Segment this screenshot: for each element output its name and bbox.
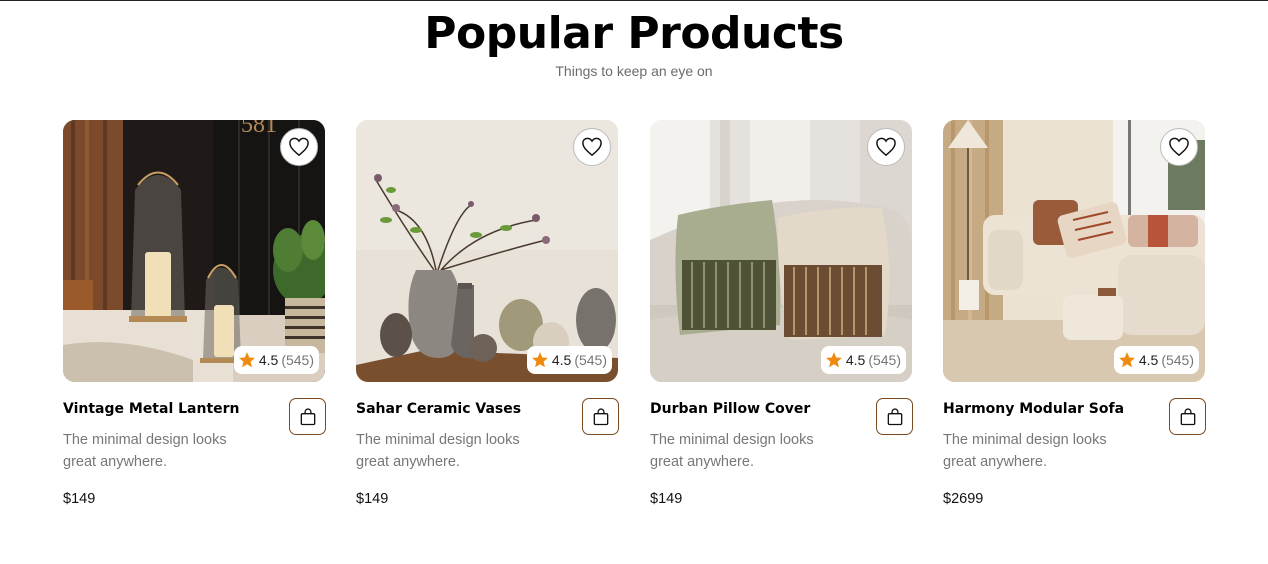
review-count: (545) (574, 352, 607, 368)
rating-score: 4.5 (1138, 352, 1159, 368)
rating-score: 4.5 (845, 352, 866, 368)
heart-icon (289, 137, 309, 157)
add-to-cart-button[interactable] (289, 398, 326, 435)
product-price: $149 (650, 491, 683, 507)
product-card[interactable]: 4.5 (545) Sahar Ceramic Vases The minima… (356, 120, 619, 520)
rating-badge: 4.5 (545) (526, 346, 612, 374)
rating-badge: 4.5 (545) (1113, 346, 1199, 374)
product-description: The minimal design looks great anywhere. (650, 432, 814, 470)
product-price: $149 (356, 491, 389, 507)
rating-badge: 4.5 (545) (233, 346, 319, 374)
rating-badge: 4.5 (545) (820, 346, 906, 374)
star-icon (825, 352, 842, 368)
add-to-cart-button[interactable] (1169, 398, 1206, 435)
product-card[interactable]: 581 4.5 (545) Vintage Metal Lantern The … (63, 120, 326, 520)
star-icon (531, 352, 548, 368)
product-price: $149 (63, 491, 96, 507)
shopping-bag-icon (1180, 407, 1195, 425)
product-price: $2699 (943, 491, 984, 507)
product-description: The minimal design looks great anywhere. (356, 432, 520, 470)
review-count: (545) (281, 352, 314, 368)
product-card[interactable]: 4.5 (545) Harmony Modular Sofa The minim… (943, 120, 1206, 520)
heart-icon (1169, 137, 1189, 157)
product-description: The minimal design looks great anywhere. (943, 432, 1107, 470)
rating-score: 4.5 (551, 352, 572, 368)
section-subtitle: Things to keep an eye on (555, 63, 713, 79)
add-to-cart-button[interactable] (582, 398, 619, 435)
product-description: The minimal design looks great anywhere. (63, 432, 227, 470)
wishlist-button[interactable] (1160, 128, 1198, 166)
shopping-bag-icon (887, 407, 902, 425)
rating-score: 4.5 (258, 352, 279, 368)
wishlist-button[interactable] (867, 128, 905, 166)
heart-icon (582, 137, 602, 157)
top-divider (0, 0, 1268, 1)
product-name[interactable]: Harmony Modular Sofa (943, 401, 1124, 417)
product-name[interactable]: Durban Pillow Cover (650, 401, 810, 417)
heart-icon (876, 137, 896, 157)
review-count: (545) (868, 352, 901, 368)
product-image[interactable]: 4.5 (545) (650, 120, 912, 382)
product-name[interactable]: Vintage Metal Lantern (63, 401, 240, 417)
shopping-bag-icon (300, 407, 315, 425)
svg-text:581: 581 (241, 120, 277, 138)
review-count: (545) (1161, 352, 1194, 368)
product-card[interactable]: 4.5 (545) Durban Pillow Cover The minima… (650, 120, 913, 520)
product-name[interactable]: Sahar Ceramic Vases (356, 401, 521, 417)
star-icon (1118, 352, 1135, 368)
shopping-bag-icon (593, 407, 608, 425)
product-image[interactable]: 581 4.5 (545) (63, 120, 325, 382)
star-icon (238, 352, 255, 368)
wishlist-button[interactable] (573, 128, 611, 166)
product-image[interactable]: 4.5 (545) (356, 120, 618, 382)
add-to-cart-button[interactable] (876, 398, 913, 435)
wishlist-button[interactable] (280, 128, 318, 166)
product-image[interactable]: 4.5 (545) (943, 120, 1205, 382)
section-title: Popular Products (424, 8, 844, 59)
